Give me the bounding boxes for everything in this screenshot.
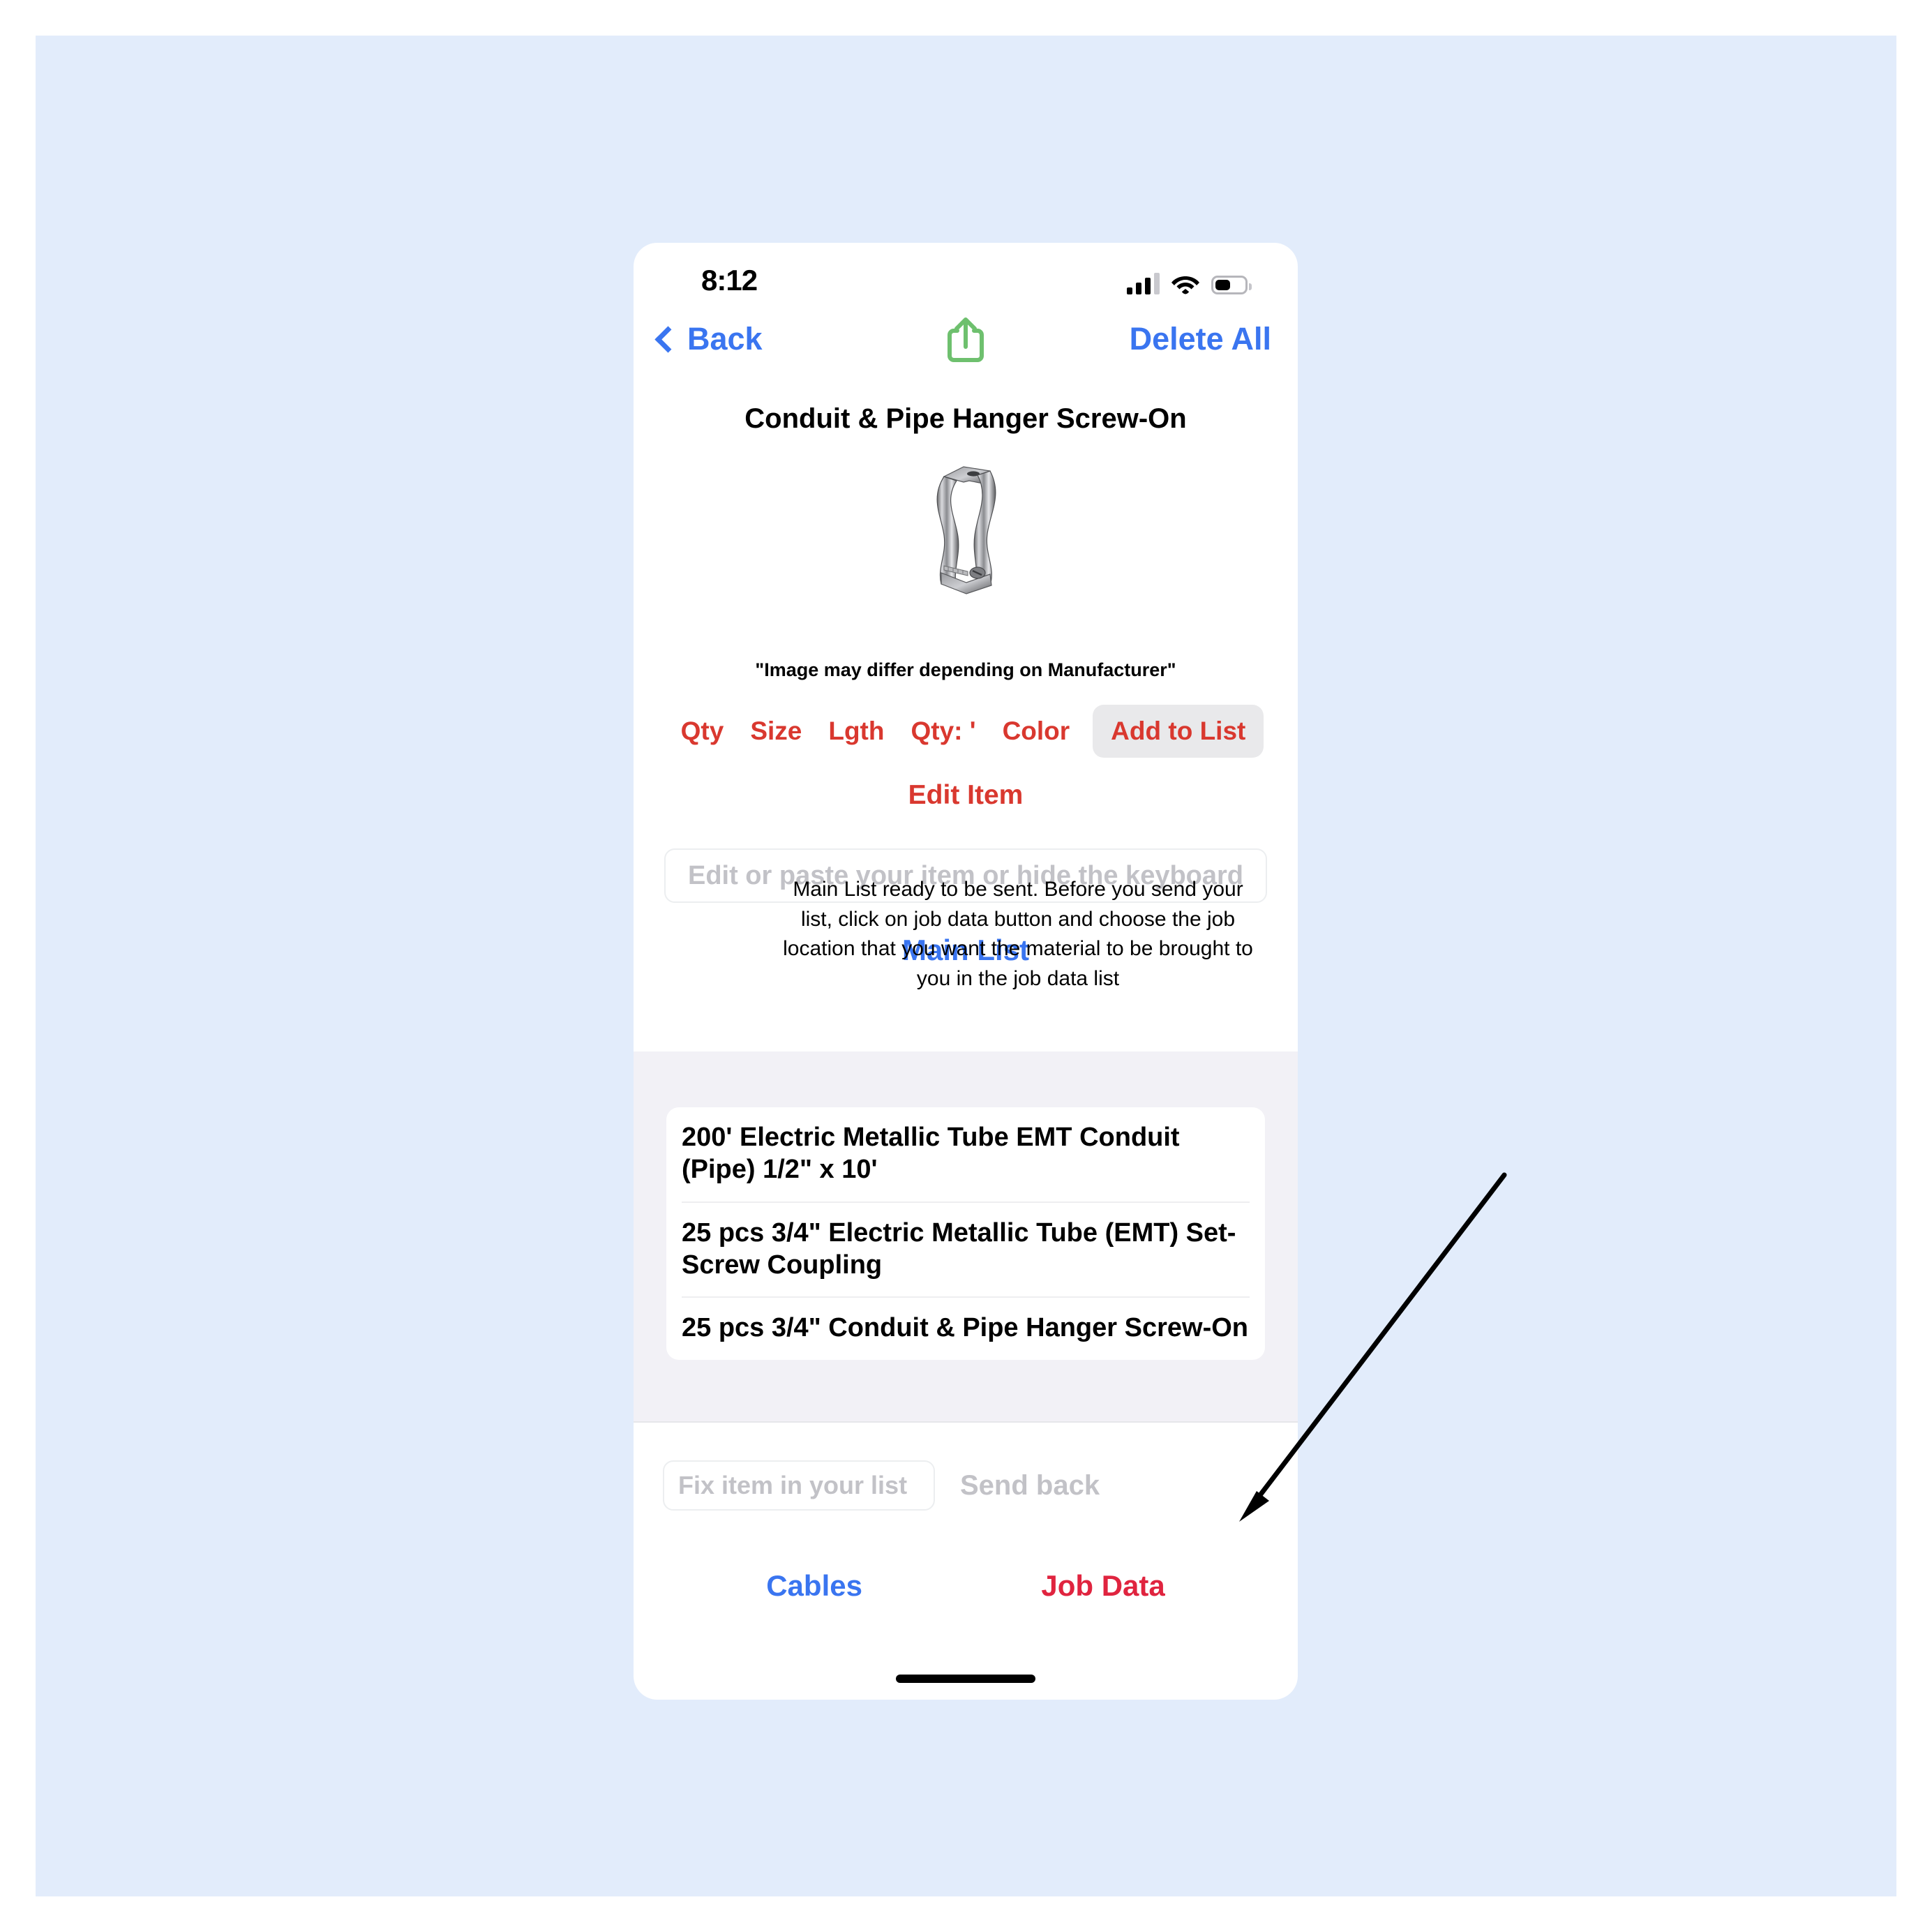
- product-image: [634, 449, 1298, 609]
- length-button[interactable]: Lgth: [815, 717, 897, 746]
- product-title: Conduit & Pipe Hanger Screw-On: [744, 403, 1187, 434]
- annotation-text: Main List ready to be sent. Before you s…: [783, 878, 1253, 990]
- color-button[interactable]: Color: [989, 717, 1084, 746]
- qty-button[interactable]: Qty: [668, 717, 737, 746]
- fix-item-placeholder: Fix item in your list: [678, 1471, 908, 1499]
- status-bar: 8:12: [634, 243, 1298, 315]
- list-item[interactable]: 25 pcs 3/4" Conduit & Pipe Hanger Screw-…: [682, 1298, 1250, 1359]
- image-disclaimer: "Image may differ depending on Manufactu…: [755, 659, 1176, 680]
- status-time: 8:12: [701, 264, 758, 297]
- wifi-icon: [1171, 276, 1199, 294]
- nav-bar: Back Delete All: [634, 315, 1298, 382]
- size-button[interactable]: Size: [737, 717, 815, 746]
- cellular-signal-icon: [1127, 272, 1160, 294]
- send-back-button[interactable]: Send back: [960, 1470, 1100, 1502]
- page-canvas: 8:12 Back Delete All Conduit & Pipe Hang…: [36, 36, 1896, 1896]
- qty-feet-button[interactable]: Qty: ': [897, 717, 989, 746]
- tab-job-data[interactable]: Job Data: [1041, 1569, 1165, 1603]
- fix-item-input[interactable]: Fix item in your list: [663, 1460, 935, 1511]
- edit-item-button[interactable]: Edit Item: [634, 780, 1298, 811]
- list-bottom-divider: [634, 1421, 1298, 1423]
- chevron-left-icon: [654, 325, 682, 353]
- status-icons: [1127, 267, 1252, 294]
- option-button-row: Qty Size Lgth Qty: ' Color Add to List: [634, 705, 1298, 758]
- tab-cables[interactable]: Cables: [766, 1569, 862, 1603]
- list-item[interactable]: 200' Electric Metallic Tube EMT Conduit …: [682, 1107, 1250, 1203]
- share-icon: [948, 317, 984, 362]
- battery-icon: [1211, 276, 1252, 294]
- list-item[interactable]: 25 pcs 3/4" Electric Metallic Tube (EMT)…: [682, 1203, 1250, 1298]
- tab-bar: Cables Job Data: [634, 1569, 1298, 1603]
- add-to-list-button[interactable]: Add to List: [1093, 705, 1264, 758]
- home-indicator: [896, 1675, 1035, 1683]
- main-list-container[interactable]: 200' Electric Metallic Tube EMT Conduit …: [634, 1051, 1298, 1421]
- main-list-card: 200' Electric Metallic Tube EMT Conduit …: [666, 1107, 1265, 1360]
- bottom-action-bar: Fix item in your list Send back: [634, 1460, 1298, 1511]
- back-button[interactable]: Back: [654, 321, 763, 357]
- back-button-label: Back: [687, 321, 763, 357]
- delete-all-button[interactable]: Delete All: [1130, 321, 1271, 357]
- share-button[interactable]: [946, 315, 985, 368]
- conduit-pipe-hanger-clamp-image: [936, 465, 996, 594]
